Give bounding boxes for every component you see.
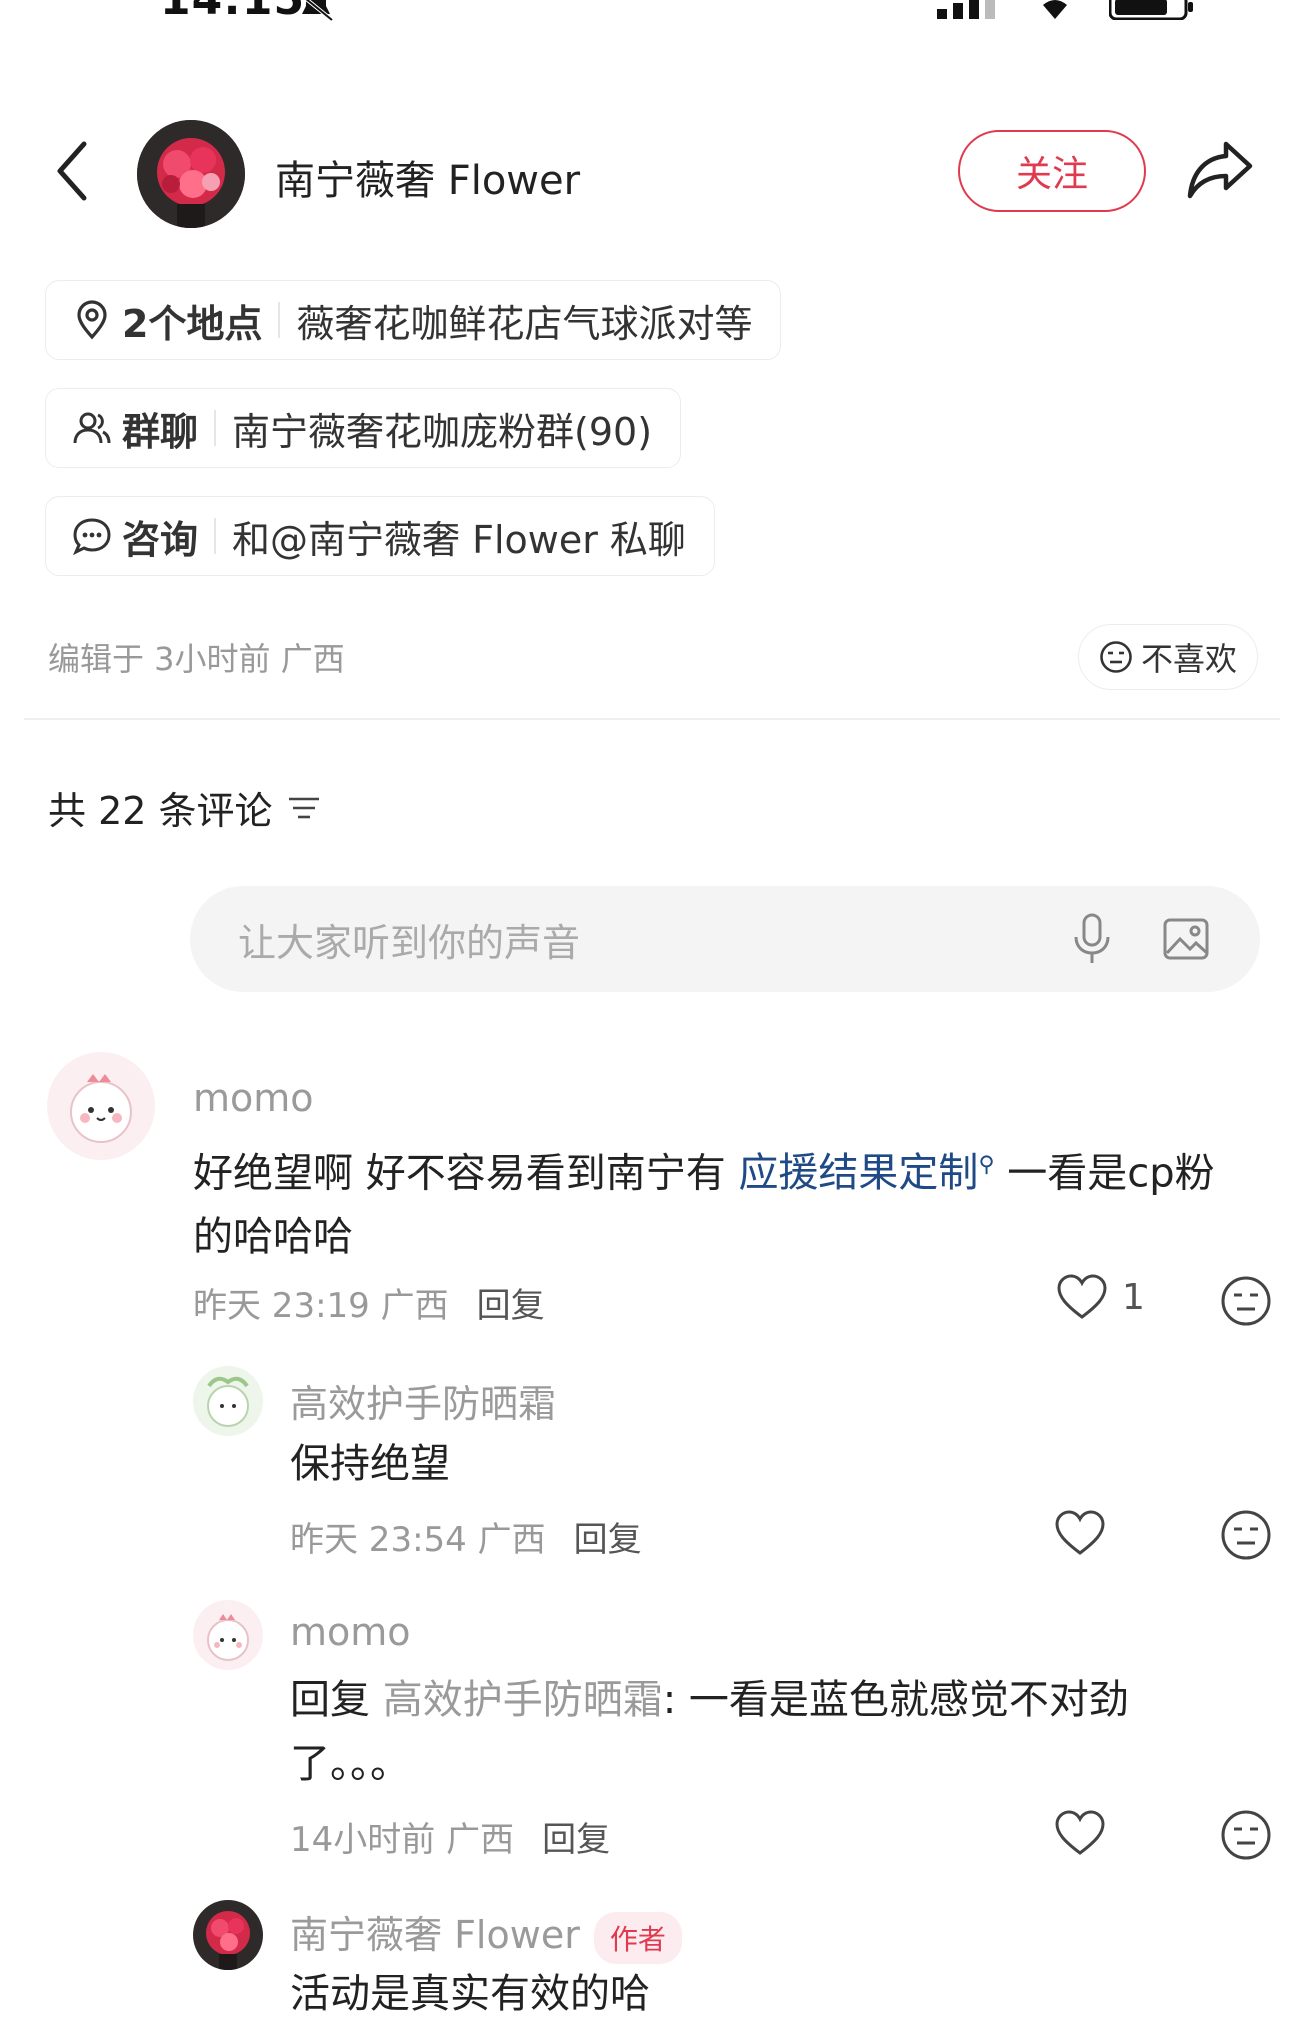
group-chat-chip[interactable]: 群聊 南宁薇奢花咖庞粉群(90) xyxy=(45,388,682,468)
cellular-signal-icon xyxy=(937,0,995,19)
reply-button[interactable]: 回复 xyxy=(477,1286,545,1326)
dislike-button[interactable]: 不喜欢 xyxy=(1078,624,1258,690)
comment-username[interactable]: 高效护手防晒霜 xyxy=(290,1373,556,1428)
avatar[interactable] xyxy=(193,1600,263,1670)
comment-text-part: 一看是cp粉 xyxy=(994,1150,1215,1197)
neutral-face-icon[interactable] xyxy=(1220,1275,1272,1327)
comment-username[interactable]: momo xyxy=(290,1610,411,1654)
chip-key: 群聊 xyxy=(122,409,199,454)
share-button[interactable] xyxy=(1186,138,1254,202)
locations-chip[interactable]: 2个地点 薇奢花咖鲜花店气球派对等 xyxy=(45,280,782,360)
comment-text-part: 了。。。 xyxy=(290,1741,410,1787)
divider xyxy=(24,718,1280,720)
heart-icon xyxy=(1057,1274,1107,1319)
back-button[interactable] xyxy=(52,138,92,204)
search-link[interactable]: 应援结果定制⚲ xyxy=(738,1150,994,1196)
comment-username[interactable]: momo xyxy=(193,1076,314,1120)
edited-meta: 编辑于 3小时前 广西 xyxy=(48,640,345,678)
neutral-face-icon xyxy=(1100,641,1132,673)
comment-meta: 昨天 23:54 广西 回复 xyxy=(290,1512,642,1561)
heart-icon xyxy=(1055,1810,1105,1855)
sort-filter-icon[interactable] xyxy=(287,794,321,822)
author-badge: 作者 xyxy=(593,1911,682,1964)
reply-button[interactable]: 回复 xyxy=(574,1520,642,1560)
comment-text-part: 的哈哈哈 xyxy=(193,1214,353,1261)
wifi-icon xyxy=(1043,0,1067,19)
consult-chip[interactable]: 咨询 和@南宁薇奢 Flower 私聊 xyxy=(45,496,715,576)
chip-value: 和@南宁薇奢 Flower 私聊 xyxy=(232,517,686,562)
comment-time: 昨天 23:19 广西 xyxy=(193,1286,449,1326)
like-button[interactable] xyxy=(1054,1510,1106,1556)
neutral-face-icon[interactable] xyxy=(1220,1809,1272,1861)
status-time: 14:15 xyxy=(160,0,305,25)
comment-text-part: 好绝望啊 好不容易看到南宁有 xyxy=(193,1150,739,1197)
like-button[interactable]: 1 xyxy=(1056,1274,1145,1320)
group-users-icon xyxy=(72,408,112,448)
mute-bell-icon xyxy=(296,0,336,22)
avatar[interactable] xyxy=(47,1052,155,1160)
reply-to-user[interactable]: 高效护手防晒霜 xyxy=(383,1677,663,1723)
comment-count: 共 22 条评论 xyxy=(48,789,273,833)
neutral-face-icon[interactable] xyxy=(1220,1509,1272,1561)
status-icons xyxy=(937,0,1195,20)
chip-separator xyxy=(214,410,217,446)
like-button[interactable] xyxy=(1054,1810,1106,1856)
shop-name[interactable]: 南宁薇奢 Flower xyxy=(275,148,580,206)
like-count: 1 xyxy=(1122,1276,1145,1318)
image-icon[interactable] xyxy=(1162,915,1210,963)
comment-meta: 14小时前 广西 回复 xyxy=(290,1812,610,1861)
avatar[interactable] xyxy=(193,1366,263,1436)
chat-bubble-icon xyxy=(72,516,112,556)
comments-header[interactable]: 共 22 条评论 xyxy=(48,780,321,835)
chip-value: 南宁薇奢花咖庞粉群(90) xyxy=(232,409,653,454)
chip-key: 咨询 xyxy=(122,517,199,562)
comment-username: 南宁薇奢 Flower 作者 xyxy=(290,1904,682,1964)
microphone-icon[interactable] xyxy=(1070,913,1114,965)
comment-input[interactable]: 让大家听到你的声音 xyxy=(190,886,1260,992)
comment-text: 活动是真实有效的哈 xyxy=(290,1971,650,2017)
reply-button[interactable]: 回复 xyxy=(542,1820,610,1860)
chip-key: 2个地点 xyxy=(122,301,263,346)
comment-meta: 昨天 23:19 广西 回复 xyxy=(193,1278,545,1327)
chip-value: 薇奢花咖鲜花店气球派对等 xyxy=(296,301,753,346)
dislike-label: 不喜欢 xyxy=(1140,640,1237,678)
location-pin-icon xyxy=(72,300,112,340)
reply-prefix: 回复 xyxy=(290,1677,383,1723)
comment-time: 14小时前 广西 xyxy=(290,1820,515,1860)
follow-button[interactable]: 关注 xyxy=(958,130,1146,212)
shop-avatar[interactable] xyxy=(137,120,245,228)
chip-separator xyxy=(278,302,281,338)
battery-icon xyxy=(1109,0,1193,20)
chevron-left-icon xyxy=(57,141,87,201)
comment-text: 好绝望啊 好不容易看到南宁有 应援结果定制⚲ 一看是cp粉 的哈哈哈 xyxy=(193,1134,1273,1269)
chip-separator xyxy=(214,518,217,554)
heart-icon xyxy=(1055,1510,1105,1555)
share-arrow-icon xyxy=(1187,141,1253,199)
author-name[interactable]: 南宁薇奢 Flower xyxy=(290,1913,580,1957)
comment-input-placeholder: 让大家听到你的声音 xyxy=(238,920,581,965)
comment-time: 昨天 23:54 广西 xyxy=(290,1520,546,1560)
avatar[interactable] xyxy=(193,1900,263,1970)
comment-text: 保持绝望 xyxy=(290,1441,450,1487)
comment-text: 回复 高效护手防晒霜: 一看是蓝色就感觉不对劲 了。。。 xyxy=(290,1668,1270,1796)
comment-text-part: : 一看是蓝色就感觉不对劲 xyxy=(662,1677,1129,1723)
